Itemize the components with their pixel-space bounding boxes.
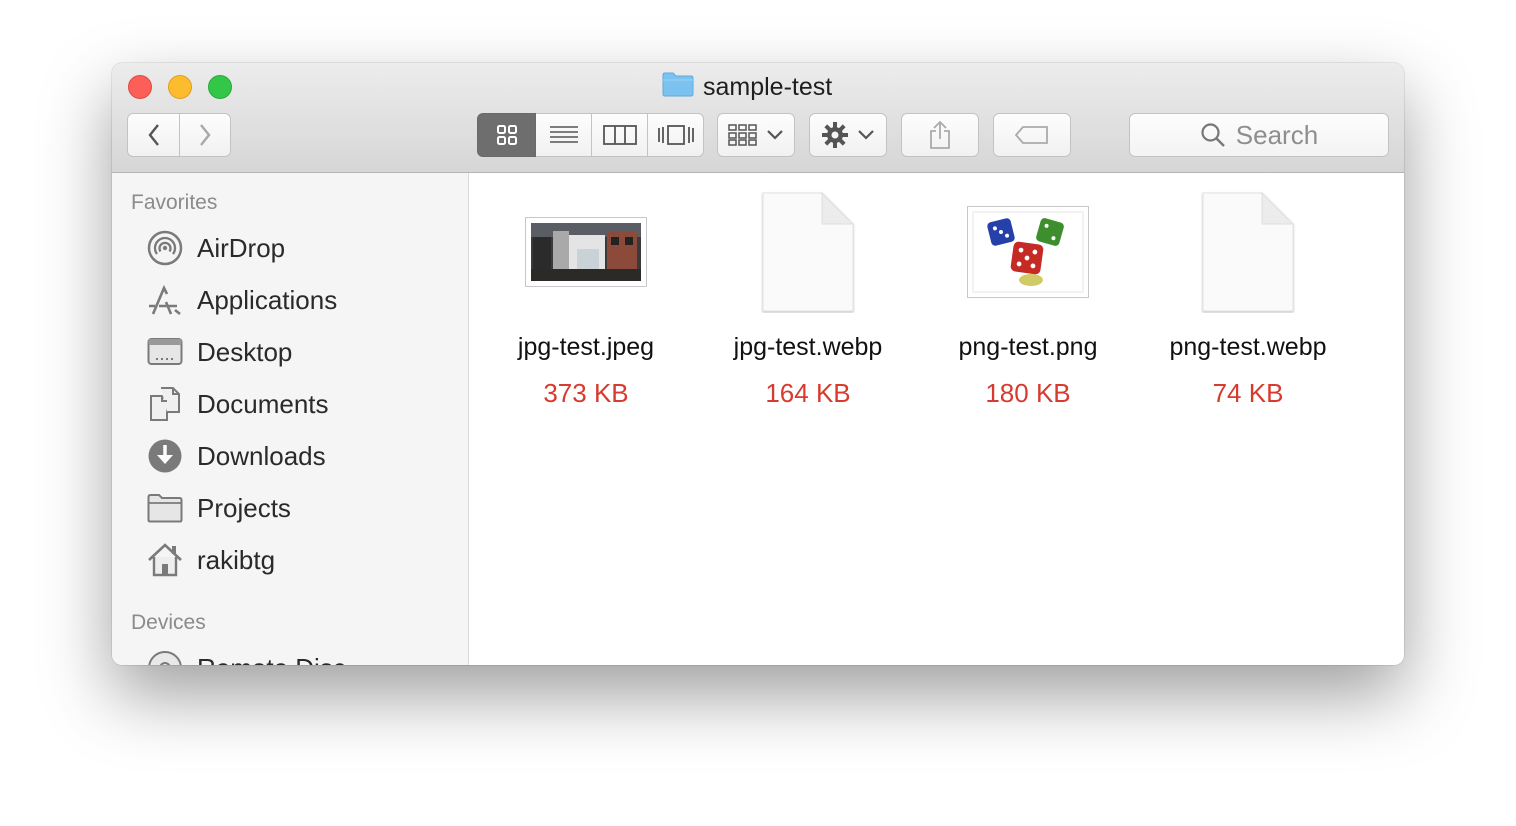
- search-field[interactable]: Search: [1129, 113, 1389, 157]
- sidebar-item-applications[interactable]: Applications: [112, 278, 468, 322]
- arrange-button[interactable]: [717, 113, 795, 157]
- forward-button[interactable]: [179, 113, 231, 157]
- close-button[interactable]: [128, 75, 152, 99]
- sidebar-item-desktop[interactable]: Desktop: [112, 330, 468, 374]
- file-name: jpg-test.jpeg: [517, 333, 655, 361]
- finder-window: sample-test Search Favorites AirDrop App…: [112, 63, 1404, 665]
- file-size: 164 KB: [765, 378, 851, 408]
- search-icon: [1201, 123, 1225, 147]
- favorites-heading: Favorites: [131, 191, 218, 214]
- maximize-button[interactable]: [208, 75, 232, 99]
- gear-icon: [822, 122, 848, 148]
- arrange-grid-icon: [728, 124, 757, 146]
- chevron-left-icon: [147, 124, 159, 146]
- column-view-button[interactable]: [592, 113, 648, 157]
- sidebar-item-label: Applications: [197, 284, 338, 315]
- folder-icon: [662, 71, 694, 104]
- file-item[interactable]: png-test.png 180 KB: [917, 173, 1139, 433]
- list-icon: [549, 126, 578, 143]
- tags-button[interactable]: [993, 113, 1071, 157]
- file-name: jpg-test.webp: [733, 333, 883, 361]
- search-placeholder: Search: [1235, 119, 1319, 150]
- sidebar-item-remote-disc[interactable]: Remote Disc: [112, 646, 468, 665]
- cover-flow-icon: [657, 125, 694, 145]
- sidebar-item-label: Downloads: [197, 440, 326, 471]
- sidebar-item-label: Desktop: [197, 336, 293, 367]
- file-grid: jpg-test.jpeg 373 KB jpg-test.webp 164 K…: [469, 173, 1404, 665]
- desktop-icon: [147, 334, 183, 370]
- airdrop-icon: [147, 230, 183, 266]
- photo-thumbnail: [475, 191, 697, 313]
- sidebar-item-label: Projects: [197, 492, 291, 523]
- applications-icon: [147, 282, 183, 318]
- file-name: png-test.png: [958, 333, 1098, 361]
- chevron-down-icon: [858, 130, 874, 140]
- disc-icon: [147, 650, 183, 665]
- dice-thumbnail: [917, 191, 1139, 313]
- sidebar-item-home[interactable]: rakibtg: [112, 538, 468, 582]
- action-button[interactable]: [809, 113, 887, 157]
- downloads-icon: [147, 438, 183, 474]
- grid-icon: [496, 125, 517, 145]
- minimize-button[interactable]: [168, 75, 192, 99]
- blank-document-icon: [1137, 191, 1359, 313]
- file-item[interactable]: jpg-test.webp 164 KB: [697, 173, 919, 433]
- back-button[interactable]: [127, 113, 180, 157]
- file-item[interactable]: jpg-test.jpeg 373 KB: [475, 173, 697, 433]
- share-button[interactable]: [901, 113, 979, 157]
- home-icon: [147, 542, 183, 578]
- chevron-down-icon: [767, 130, 783, 140]
- columns-icon: [602, 125, 637, 145]
- file-size: 180 KB: [985, 378, 1071, 408]
- title-bar: sample-test Search: [112, 63, 1404, 173]
- sidebar-item-label: AirDrop: [197, 232, 286, 263]
- share-icon: [930, 120, 950, 149]
- sidebar-item-label: Remote Disc: [197, 653, 346, 666]
- chevron-right-icon: [200, 124, 211, 146]
- devices-heading: Devices: [131, 611, 206, 634]
- file-size: 373 KB: [543, 378, 629, 408]
- icon-view-button[interactable]: [477, 113, 536, 157]
- file-size: 74 KB: [1212, 378, 1284, 408]
- window-title: sample-test: [662, 72, 832, 102]
- sidebar-item-projects[interactable]: Projects: [112, 486, 468, 530]
- sidebar-item-label: Documents: [197, 388, 329, 419]
- list-view-button[interactable]: [536, 113, 592, 157]
- sidebar-item-airdrop[interactable]: AirDrop: [112, 226, 468, 270]
- sidebar-item-documents[interactable]: Documents: [112, 382, 468, 426]
- cover-flow-view-button[interactable]: [648, 113, 704, 157]
- tag-icon: [1014, 126, 1048, 144]
- view-mode-control: [477, 113, 704, 157]
- sidebar: Favorites AirDrop Applications Desktop D…: [112, 173, 469, 665]
- blank-document-icon: [697, 191, 919, 313]
- file-name: png-test.webp: [1169, 333, 1327, 361]
- window-title-text: sample-test: [703, 72, 833, 101]
- documents-icon: [147, 386, 183, 422]
- sidebar-item-downloads[interactable]: Downloads: [112, 434, 468, 478]
- file-item[interactable]: png-test.webp 74 KB: [1137, 173, 1359, 433]
- sidebar-item-label: rakibtg: [197, 544, 276, 575]
- folder-icon: [147, 490, 183, 526]
